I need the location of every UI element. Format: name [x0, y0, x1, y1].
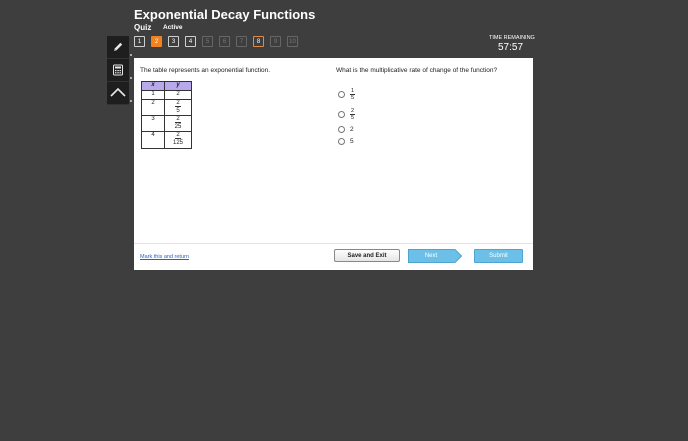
- question-nav-button-6[interactable]: 6: [219, 36, 230, 47]
- tool-menu-indicator: [130, 100, 132, 102]
- function-table: x y 1 2 2 2 5 3 2 25 4 2 125: [141, 81, 192, 149]
- quiz-label: Quiz: [134, 23, 152, 32]
- status-label: Active: [163, 24, 183, 31]
- fraction-numerator: 2: [175, 116, 181, 123]
- calculator-icon: [113, 64, 123, 76]
- collapse-icon: [110, 87, 126, 97]
- answer-options: 1 5 2 5 2 5: [338, 87, 356, 146]
- option-label: 5: [350, 138, 354, 145]
- question-panel: The table represents an exponential func…: [134, 58, 533, 270]
- fraction-denominator: 125: [172, 139, 183, 146]
- mark-and-return-link[interactable]: Mark this and return: [140, 254, 189, 260]
- table-row: 1 2: [141, 90, 192, 100]
- option-label: 2: [350, 126, 354, 133]
- answer-option-a[interactable]: 1 5: [338, 87, 356, 102]
- question-nav-button-7[interactable]: 7: [236, 36, 247, 47]
- table-header-y: y: [164, 81, 192, 91]
- next-button-label: Next: [424, 253, 438, 259]
- radio-button[interactable]: [338, 90, 345, 98]
- table-header-row: x y: [141, 81, 192, 91]
- table-row: 4 2 125: [141, 131, 192, 149]
- submit-button[interactable]: Submit: [474, 249, 523, 263]
- question-nav-button-9[interactable]: 9: [270, 36, 281, 47]
- table-cell-x: 1: [141, 90, 165, 100]
- y-fraction: 2 125: [173, 132, 183, 146]
- fraction-denominator: 5: [351, 94, 355, 101]
- option-label: 1 5: [350, 87, 356, 102]
- option-fraction: 2 5: [350, 108, 356, 122]
- table-header-x: x: [141, 81, 165, 91]
- question-nav-button-5[interactable]: 5: [202, 36, 213, 47]
- calculator-tool-button[interactable]: [107, 59, 132, 82]
- fraction-numerator: 2: [175, 132, 181, 139]
- timer-value: 57:57: [498, 42, 524, 53]
- option-label: 2 5: [350, 107, 356, 122]
- table-cell-y: 2: [164, 90, 192, 100]
- tool-menu-indicator: [130, 54, 132, 56]
- fraction-denominator: 5: [176, 107, 180, 114]
- answer-option-b[interactable]: 2 5: [338, 107, 356, 122]
- answer-option-d[interactable]: 5: [338, 137, 355, 146]
- footer-divider: [134, 243, 533, 244]
- tool-sidebar: [107, 36, 132, 105]
- radio-button[interactable]: [338, 110, 345, 118]
- question-nav-button-10[interactable]: 10: [287, 36, 298, 47]
- table-cell-y: 2 5: [164, 99, 192, 116]
- save-and-exit-button[interactable]: Save and Exit: [334, 249, 400, 262]
- table-row: 3 2 25: [141, 115, 192, 132]
- timer-label: TIME REMAINING: [489, 35, 535, 41]
- table-cell-x: 4: [141, 131, 165, 149]
- fraction-denominator: 5: [351, 114, 355, 121]
- table-cell-x: 3: [141, 115, 165, 132]
- fraction-denominator: 25: [174, 123, 182, 130]
- question-nav-button-8[interactable]: 8: [253, 36, 264, 47]
- pencil-tool-button[interactable]: [107, 36, 132, 59]
- y-value: 2: [176, 91, 180, 97]
- question-nav-button-3[interactable]: 3: [168, 36, 179, 47]
- question-nav-button-2[interactable]: 2: [151, 36, 162, 47]
- option-fraction: 1 5: [350, 88, 356, 102]
- radio-button[interactable]: [338, 126, 345, 133]
- question-stem-right: What is the multiplicative rate of chang…: [336, 67, 498, 74]
- page-title: Exponential Decay Functions: [134, 7, 316, 22]
- radio-button[interactable]: [338, 138, 345, 145]
- question-navigation: 1 2 3 4 5 6 7 8 9 10: [134, 36, 298, 47]
- next-button[interactable]: Next: [408, 249, 462, 263]
- table-cell-x: 2: [141, 99, 165, 116]
- y-fraction: 2 25: [175, 116, 182, 130]
- y-fraction: 2 5: [175, 100, 181, 114]
- table-cell-y: 2 25: [164, 115, 192, 132]
- tool-menu-indicator: [130, 77, 132, 79]
- table-row: 2 2 5: [141, 99, 192, 116]
- question-nav-button-1[interactable]: 1: [134, 36, 145, 47]
- question-stem-left: The table represents an exponential func…: [140, 67, 271, 74]
- question-nav-button-4[interactable]: 4: [185, 36, 196, 47]
- fraction-numerator: 2: [175, 100, 181, 107]
- pencil-icon: [114, 42, 123, 51]
- collapse-tool-button[interactable]: [107, 82, 132, 105]
- answer-option-c[interactable]: 2: [338, 125, 355, 134]
- table-cell-y: 2 125: [164, 131, 192, 149]
